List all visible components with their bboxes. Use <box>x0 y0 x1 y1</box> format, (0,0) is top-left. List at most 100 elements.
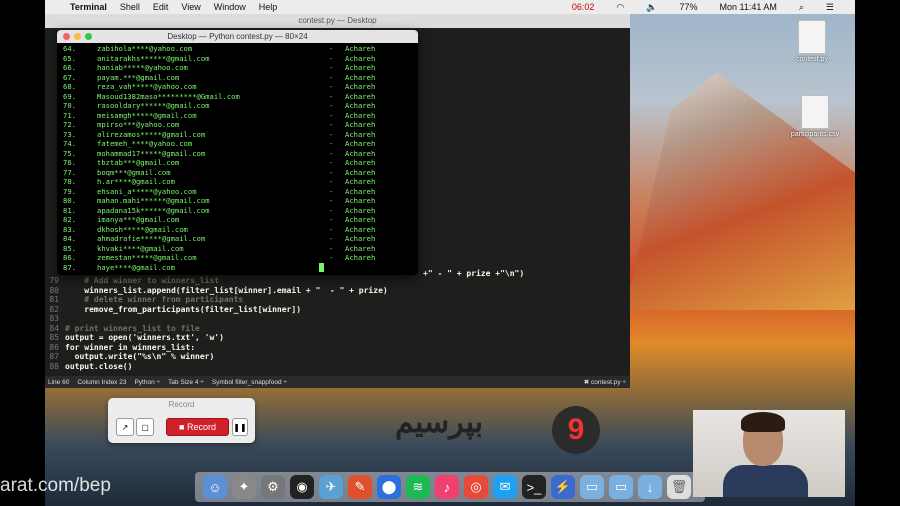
row-prize: Achareh <box>345 234 376 243</box>
terminal-row: 75. mohammad17*****@gmail.com - Achareh <box>61 149 414 159</box>
maps-icon[interactable]: ⬤ <box>377 475 401 499</box>
row-number: 72. <box>63 120 76 129</box>
minimize-button[interactable] <box>74 33 81 40</box>
zoom-button[interactable] <box>85 33 92 40</box>
row-dash: - <box>329 129 334 139</box>
code-line: 82 remove_from_participants(filter_list[… <box>45 305 388 315</box>
menu-shell[interactable]: Shell <box>120 2 140 12</box>
code-area[interactable]: 79 # Add winner to winners_list 80 winner… <box>45 276 388 371</box>
row-email: mohammad17*****@gmail.com <box>97 148 206 158</box>
row-dash: - <box>329 139 334 148</box>
folder-icon[interactable]: ▭ <box>609 475 633 499</box>
row-email: payam.***@gmail.com <box>97 72 180 82</box>
row-email: anitarakhs******@gmail.com <box>97 53 210 63</box>
terminal-icon[interactable]: >_ <box>522 475 546 499</box>
terminal-row: 71. meisamgh*****@gmail.com - Achareh <box>61 111 414 121</box>
row-prize: Achareh <box>345 177 376 186</box>
launchpad-icon[interactable]: ✦ <box>232 475 256 499</box>
recording-time[interactable]: 06:02 <box>572 2 595 12</box>
twitter-icon[interactable]: ✉ <box>493 475 517 499</box>
row-dash: - <box>329 177 334 186</box>
column-indicator[interactable]: Column Index 23 <box>77 379 126 386</box>
app-icon[interactable]: ⚡ <box>551 475 575 499</box>
menu-app[interactable]: Terminal <box>70 2 107 12</box>
webcam-overlay <box>693 410 845 497</box>
trash-icon[interactable]: 🗑 <box>667 475 691 499</box>
row-prize: Achareh <box>345 148 376 158</box>
line-indicator[interactable]: Line 60 <box>48 379 69 386</box>
system-preferences-icon[interactable]: ⚙ <box>261 475 285 499</box>
menu-window[interactable]: Window <box>214 2 246 12</box>
fullscreen-button[interactable]: ▢ <box>136 418 154 436</box>
line-number: 84 <box>49 323 59 333</box>
code-line: 86 for winner in winners_list: <box>45 343 388 353</box>
line-number: 81 <box>49 295 59 304</box>
menu-edit[interactable]: Edit <box>153 2 169 12</box>
row-prize: Achareh <box>345 110 376 120</box>
row-dash: - <box>329 120 334 129</box>
record-button[interactable]: ■ Record <box>166 418 229 436</box>
row-prize: Achareh <box>345 215 376 224</box>
row-dash: - <box>329 63 334 72</box>
row-email: h.ar****@gmail.com <box>97 177 175 186</box>
row-number: 73. <box>63 129 76 139</box>
row-prize: Achareh <box>345 129 376 139</box>
close-button[interactable] <box>63 33 70 40</box>
row-prize: Achareh <box>345 44 376 53</box>
row-email: reza_vah*****@yahoo.com <box>97 82 197 91</box>
code-line: 87 output.write("%s\n" % winner) <box>45 352 388 362</box>
row-dash: - <box>329 253 334 262</box>
terminal-title-bar[interactable]: Desktop — Python contest.py — 80×24 <box>57 30 418 43</box>
row-prize: Achareh <box>345 82 376 91</box>
select-area-button[interactable]: ↗ <box>116 418 134 436</box>
sketch-icon[interactable]: ✎ <box>348 475 372 499</box>
menu-bar: Terminal Shell Edit View Window Help 06:… <box>45 0 855 14</box>
clock[interactable]: Mon 11:41 AM <box>720 2 777 12</box>
row-prize: Achareh <box>345 53 376 63</box>
file-select[interactable]: ✖ contest.py ÷ <box>584 378 626 386</box>
search-icon[interactable]: ⌕ <box>799 2 804 13</box>
row-email: mpirso***@yahoo.com <box>97 120 180 129</box>
row-dash: - <box>329 243 334 253</box>
downloads-icon[interactable]: ↓ <box>638 475 662 499</box>
chrome-icon[interactable]: ◎ <box>464 475 488 499</box>
row-dash: - <box>329 82 334 91</box>
line-number: 85 <box>49 333 59 342</box>
line-number: 88 <box>49 361 59 371</box>
tab-size-select[interactable]: Tab Size 4 ÷ <box>168 379 204 386</box>
notification-icon[interactable]: ☰ <box>826 2 834 13</box>
row-dash: - <box>329 148 334 158</box>
line-number: 79 <box>49 276 59 285</box>
spotify-icon[interactable]: ≋ <box>406 475 430 499</box>
row-prize: Achareh <box>345 196 376 205</box>
xcode-icon[interactable]: ✈ <box>319 475 343 499</box>
pause-button[interactable]: ❚❚ <box>232 418 248 436</box>
music-icon[interactable]: ♪ <box>435 475 459 499</box>
row-email: khvaki****@gmail.com <box>97 243 184 253</box>
folder-icon[interactable]: ▭ <box>580 475 604 499</box>
row-number: 69. <box>63 91 76 101</box>
status-area: 06:02 ◠ 🔈 77% Mon 11:41 AM ⌕ ☰ <box>572 0 847 14</box>
row-dash: - <box>329 215 334 224</box>
terminal-row: 76. tbztab***@gmail.com - Achareh <box>61 158 414 168</box>
finder-icon[interactable]: ☺ <box>203 475 227 499</box>
code-text: winners_list.append(filter_list[winner].… <box>65 285 388 295</box>
desktop-icon-contest[interactable]: contest.py <box>782 20 842 63</box>
csv-file-icon <box>801 95 829 129</box>
battery-percent[interactable]: 77% <box>679 2 697 12</box>
line-number: 80 <box>49 285 59 295</box>
row-prize: Achareh <box>345 205 376 215</box>
wifi-icon[interactable]: ◠ <box>616 2 624 13</box>
symbol-select[interactable]: Symbol filter_snappfood ÷ <box>212 379 287 386</box>
terminal-window[interactable]: Desktop — Python contest.py — 80×24 64. z… <box>57 30 418 275</box>
volume-icon[interactable]: 🔈 <box>646 2 657 13</box>
menu-help[interactable]: Help <box>259 2 278 12</box>
row-dash: - <box>329 224 334 234</box>
brand-logo-text: بپرسیم <box>395 406 484 439</box>
desktop-icon-participants[interactable]: participants.csv <box>785 95 845 138</box>
syntax-select[interactable]: Python ÷ <box>134 379 160 386</box>
row-number: 71. <box>63 110 76 120</box>
github-icon[interactable]: ◉ <box>290 475 314 499</box>
row-email: fatemeh_****@yahoo.com <box>97 139 193 148</box>
menu-view[interactable]: View <box>181 2 200 12</box>
